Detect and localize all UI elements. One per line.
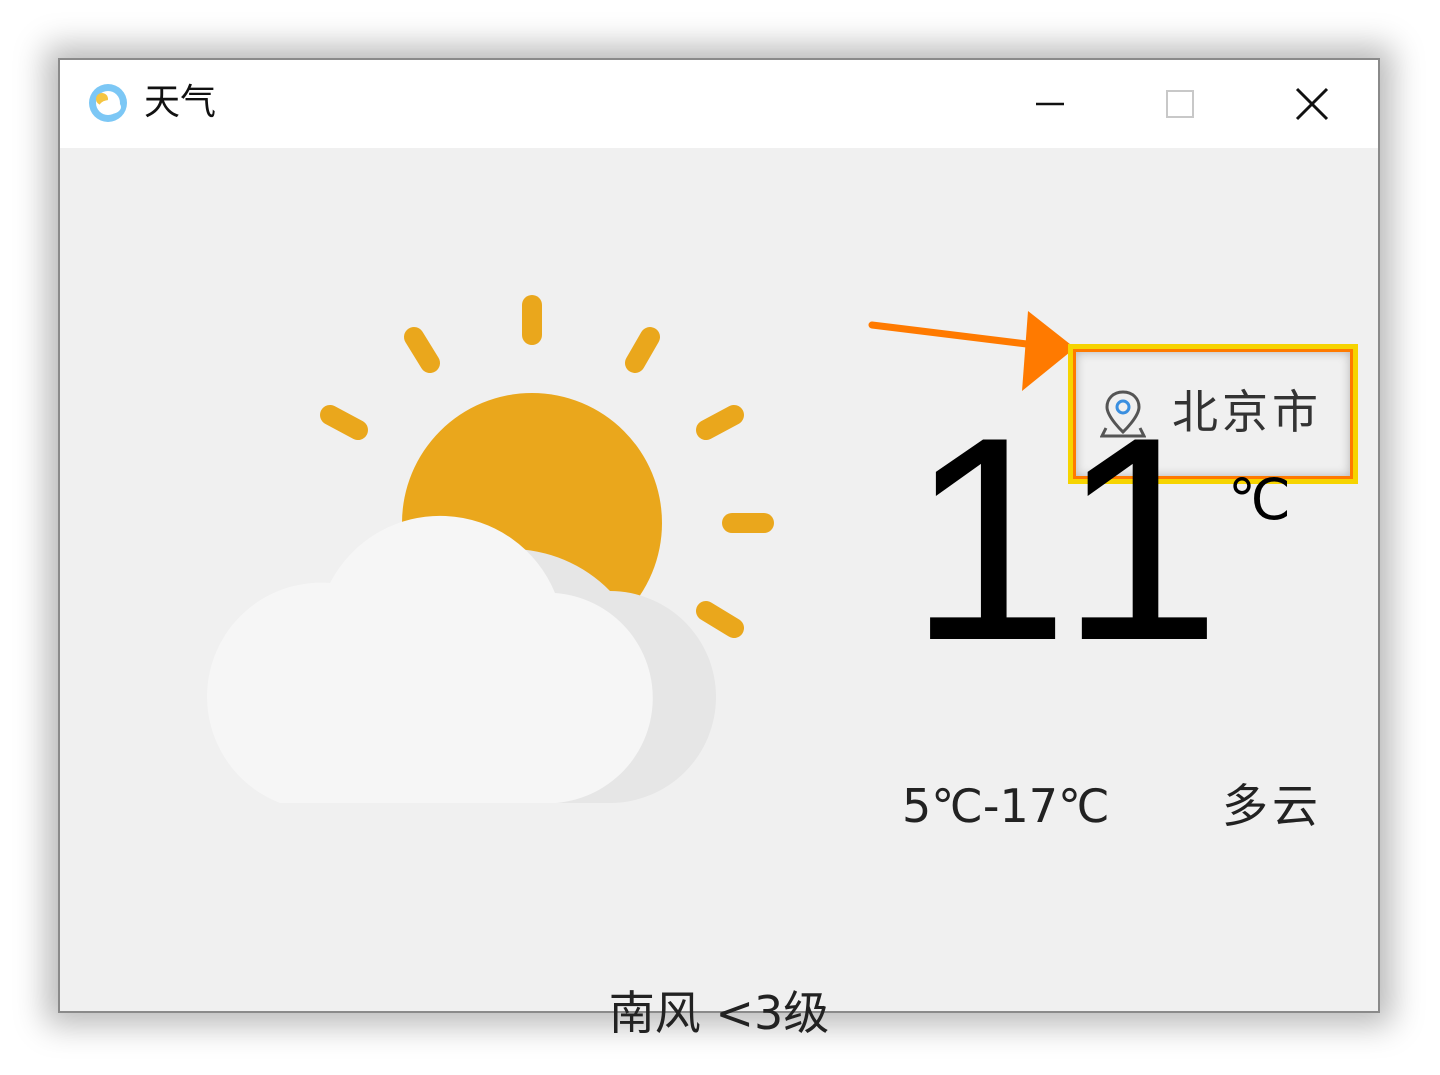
close-icon — [1295, 87, 1329, 121]
app-weather-icon — [89, 84, 127, 122]
title-bar[interactable]: 天气 — [60, 60, 1378, 148]
current-temperature: 11 — [908, 377, 1234, 701]
temperature-unit: ℃ — [1228, 468, 1291, 531]
maximize-button[interactable] — [1140, 72, 1220, 136]
partly-cloudy-icon — [207, 295, 774, 803]
maximize-icon — [1166, 90, 1194, 118]
minimize-button[interactable] — [1010, 72, 1090, 136]
weather-content: 北京市 11 ℃ 5℃-17℃ 多云 南风 <3级 — [60, 148, 1378, 1040]
wind-info: 南风 <3级 — [608, 986, 830, 1040]
weather-window: 天气 北京市 11 ℃ 5℃-17℃ 多云 南风 <3级 — [58, 58, 1380, 1040]
temperature-range: 5℃-17℃ — [902, 779, 1110, 833]
weather-condition: 多云 — [1222, 779, 1322, 833]
app-title: 天气 — [144, 82, 217, 123]
close-button[interactable] — [1272, 72, 1352, 136]
minimize-icon — [1036, 102, 1064, 106]
